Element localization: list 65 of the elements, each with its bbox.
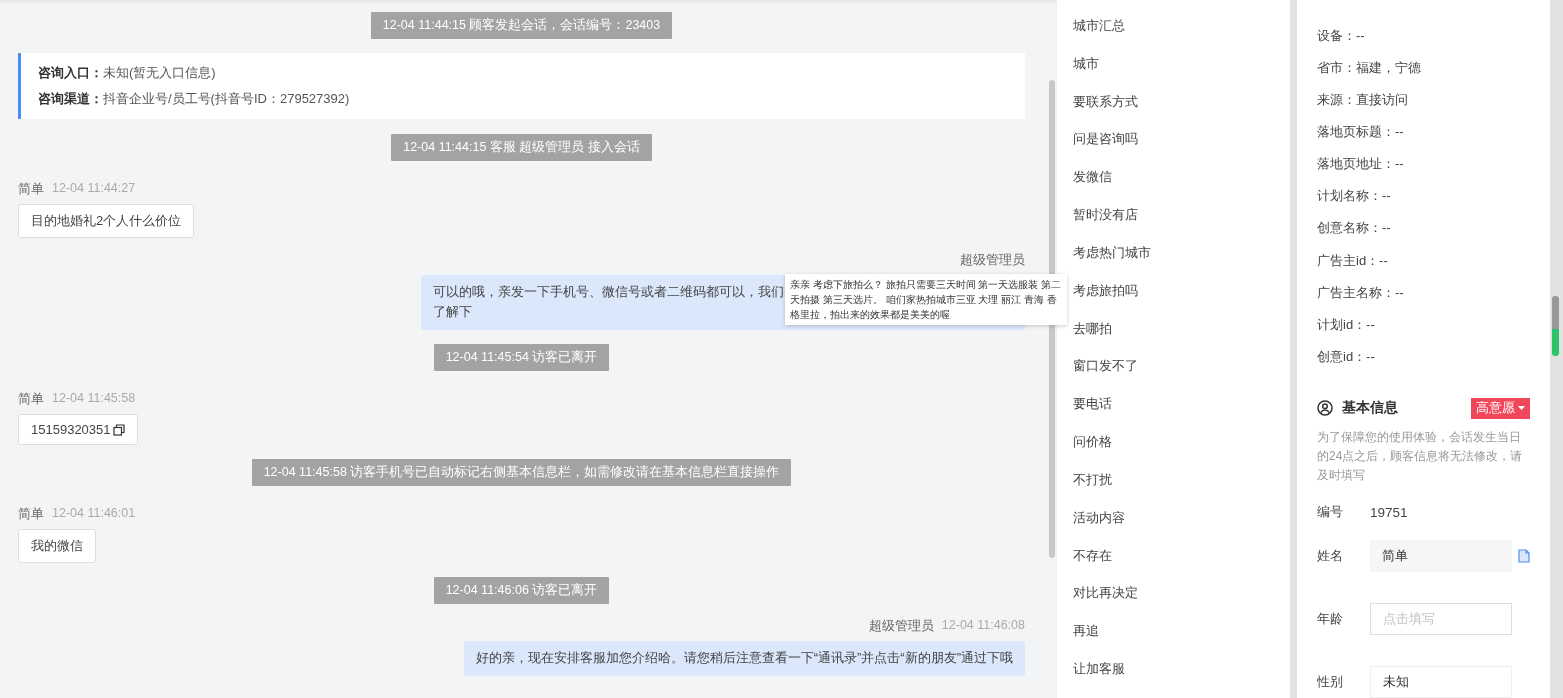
scrollbar[interactable] (1552, 296, 1559, 356)
message-time: 12-04 11:46:08 (941, 618, 1025, 634)
quick-reply-item[interactable]: 发微信 (1073, 169, 1112, 185)
quick-reply-item[interactable]: 不存在 (1073, 547, 1112, 563)
quick-reply-item[interactable]: 问价格 (1073, 434, 1112, 450)
message-time: 12-04 11:45:58 (52, 391, 136, 407)
source-info-line: 计划名称：-- (1317, 188, 1391, 204)
quick-reply-item[interactable]: 暂时没有店 (1073, 207, 1138, 223)
system-notice: 12-04 11:45:54 访客已离开 (433, 344, 610, 371)
id-value: 19751 (1370, 504, 1408, 520)
visitor-message: 目的地婚礼2个人什么价位 (18, 204, 195, 238)
system-notice: 12-04 11:44:15 顾客发起会话，会话编号：23403 (370, 12, 673, 39)
info-line: 咨询入口：未知(暂无入口信息) (38, 64, 217, 82)
sender-name: 简单 (18, 391, 44, 408)
gender-select[interactable]: 未知 (1370, 665, 1512, 698)
notice-text: 为了保障您的使用体验，会话发生当日的24点之后，顾客信息将无法修改，请及时填写 (1317, 428, 1524, 484)
source-info-line: 创意id：-- (1317, 348, 1375, 364)
quick-reply-item[interactable]: 去哪拍 (1073, 320, 1112, 336)
source-info-line: 广告主名称：-- (1317, 284, 1404, 300)
field-label: 编号 (1317, 503, 1344, 522)
sender-name: 简单 (18, 506, 44, 523)
sender-name: 超级管理员 (960, 252, 1025, 269)
agent-message: 好的亲，现在安排客服加您介绍哈。请您稍后注意查看一下“通讯录”并点击“新的朋友”通过下哦 (463, 641, 1025, 676)
source-info-line: 计划id：-- (1317, 316, 1375, 332)
quick-reply-item[interactable]: 再追 (1073, 623, 1099, 639)
caret-icon (1518, 406, 1525, 411)
user-icon (1317, 400, 1333, 417)
visitor-message: 我的微信 (18, 529, 96, 563)
source-info-line: 落地页标题：-- (1317, 124, 1404, 140)
age-input[interactable]: 点击填写 (1370, 602, 1512, 635)
source-info-line: 广告主id：-- (1317, 252, 1388, 268)
visitor-message: 15159320351 (18, 414, 138, 445)
copy-icon[interactable] (112, 423, 125, 436)
system-notice: 12-04 11:46:06 访客已离开 (433, 577, 610, 604)
field-label: 性别 (1317, 672, 1344, 691)
quick-reply-item[interactable]: 考虑热门城市 (1073, 244, 1151, 260)
source-info-line: 落地页地址：-- (1317, 156, 1404, 172)
source-info-line: 来源：直接访问 (1317, 92, 1408, 108)
quick-reply-item[interactable]: 对比再决定 (1073, 585, 1138, 601)
quick-reply-item[interactable]: 问是咨询吗 (1073, 131, 1138, 147)
quick-reply-item[interactable]: 城市 (1073, 55, 1099, 71)
source-info-line: 创意名称：-- (1317, 220, 1391, 236)
quick-reply-item[interactable]: 城市汇总 (1073, 18, 1125, 33)
section-title: 基本信息 (1342, 399, 1398, 418)
sender-name: 简单 (18, 181, 44, 198)
field-label: 年龄 (1317, 609, 1344, 628)
source-info-line: 设备：-- (1317, 28, 1365, 43)
quick-reply-item[interactable]: 考虑旅拍吗 (1073, 282, 1138, 298)
sender-name: 超级管理员 (868, 618, 934, 635)
quick-reply-item[interactable]: 要联系方式 (1073, 93, 1138, 109)
reply-preview-tooltip: 亲亲 考虑下旅拍么？ 旅拍只需要三天时间 第一天选服装 第二天拍摄 第三天选片。 咱们家热拍城市三亚 大理 丽江 青海 香格里拉，拍出来的效果都是美美的喔 (785, 274, 1067, 325)
name-field[interactable]: 简单 (1370, 539, 1512, 572)
quick-reply-item[interactable]: 窗口发不了 (1073, 358, 1138, 374)
quick-reply-item[interactable]: 不打扰 (1073, 471, 1112, 487)
quick-reply-item[interactable]: 活动内容 (1073, 509, 1125, 525)
message-time: 12-04 11:46:01 (52, 506, 136, 522)
field-label: 姓名 (1317, 546, 1344, 565)
message-time: 12-04 11:44:27 (52, 181, 136, 197)
info-line: 咨询渠道：抖音企业号/员工号(抖音号ID：279527392) (38, 90, 351, 108)
intent-dropdown[interactable]: 高意愿 (1471, 397, 1530, 419)
quick-reply-item[interactable]: 让加客服 (1073, 661, 1125, 677)
source-info-line: 省市：福建，宁德 (1317, 60, 1421, 76)
system-notice: 12-04 11:45:58 访客手机号已自动标记右侧基本信息栏，如需修改请在基本信息栏直接操作 (251, 459, 792, 486)
system-notice: 12-04 11:44:15 客服 超级管理员 接入会话 (391, 134, 652, 161)
quick-reply-item[interactable]: 要电话 (1073, 396, 1112, 412)
